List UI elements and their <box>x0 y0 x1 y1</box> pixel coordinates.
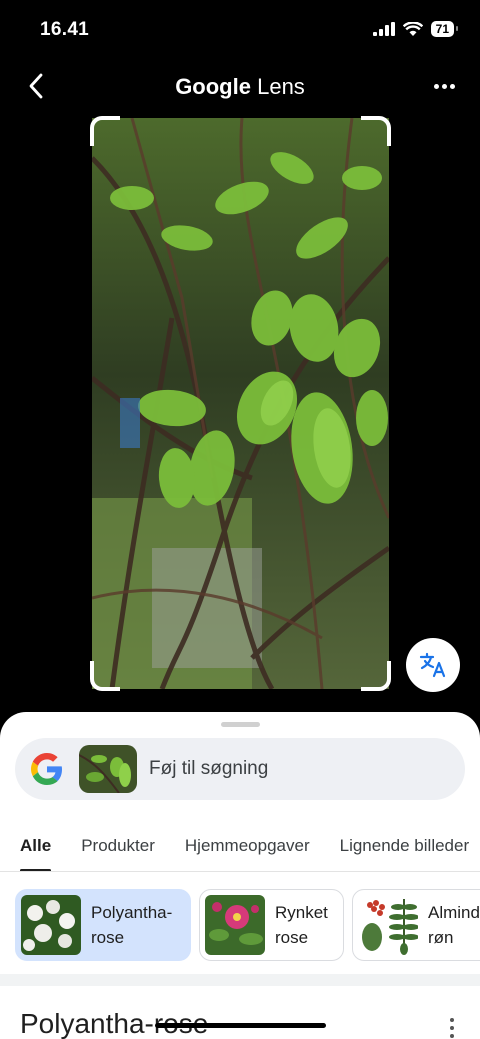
chip-image <box>205 895 265 955</box>
title-product: Lens <box>257 74 305 99</box>
chip-almindelig-ron[interactable]: Almindelig røn <box>352 889 480 961</box>
more-dot <box>449 83 455 89</box>
more-dot <box>450 1018 454 1022</box>
crop-corner-top-left[interactable] <box>90 116 120 146</box>
tab-alle[interactable]: Alle <box>20 822 52 871</box>
chip-label: Almindelig røn <box>428 903 480 947</box>
chip-label: Rynket rose <box>275 903 328 947</box>
query-thumbnail[interactable] <box>79 745 137 793</box>
title-brand: Google <box>175 74 251 99</box>
lens-screen: 16.41 71 Google Lens Føj til søgning All… <box>0 0 480 1039</box>
sheet-drag-handle[interactable] <box>221 722 260 727</box>
top-bar: Google Lens <box>0 60 480 116</box>
results-sheet: Føj til søgning Alle Produkter Hjemmeopg… <box>0 712 480 1039</box>
result-tabs: Alle Produkter Hjemmeopgaver Lignende bi… <box>0 822 480 872</box>
crop-corner-bottom-left[interactable] <box>90 661 120 691</box>
status-bar: 16.41 71 <box>0 0 480 60</box>
chip-polyantha-rose[interactable]: Polyantha-rose <box>15 889 191 961</box>
tab-produkter[interactable]: Produkter <box>81 822 155 871</box>
more-options-button[interactable] <box>428 72 460 100</box>
home-indicator[interactable] <box>155 1023 326 1028</box>
captured-photo[interactable] <box>92 118 389 689</box>
chip-image <box>21 895 81 955</box>
chip-rynket-rose[interactable]: Rynket rose <box>199 889 344 961</box>
status-icons: 71 <box>372 21 459 37</box>
wifi-icon <box>402 21 423 36</box>
google-g-icon <box>31 753 62 785</box>
more-dot <box>441 83 447 89</box>
tab-hjemmeopgaver[interactable]: Hjemmeopgaver <box>185 822 310 871</box>
page-title: Google Lens <box>0 74 480 100</box>
battery-indicator: 71 <box>430 21 459 37</box>
more-dot <box>433 83 439 89</box>
tab-lignende-billeder[interactable]: Lignende billeder <box>340 822 470 871</box>
crop-corner-top-right[interactable] <box>361 116 391 146</box>
more-dot <box>450 1034 454 1038</box>
search-input[interactable]: Føj til søgning <box>149 758 268 780</box>
status-time: 16.41 <box>40 19 90 40</box>
suggestion-chips: Polyantha-rose Rynket rose Almind røn <box>0 889 480 961</box>
chip-label: Polyantha-rose <box>91 903 173 947</box>
search-bar[interactable]: Føj til søgning <box>15 738 465 800</box>
chip-image <box>358 895 418 955</box>
translate-button[interactable] <box>406 638 460 692</box>
more-dot <box>450 1026 454 1030</box>
translate-icon <box>419 652 446 678</box>
crop-corner-bottom-right[interactable] <box>361 661 391 691</box>
result-more-button[interactable] <box>448 1018 456 1038</box>
section-divider <box>0 974 480 986</box>
signal-icon <box>372 22 395 36</box>
